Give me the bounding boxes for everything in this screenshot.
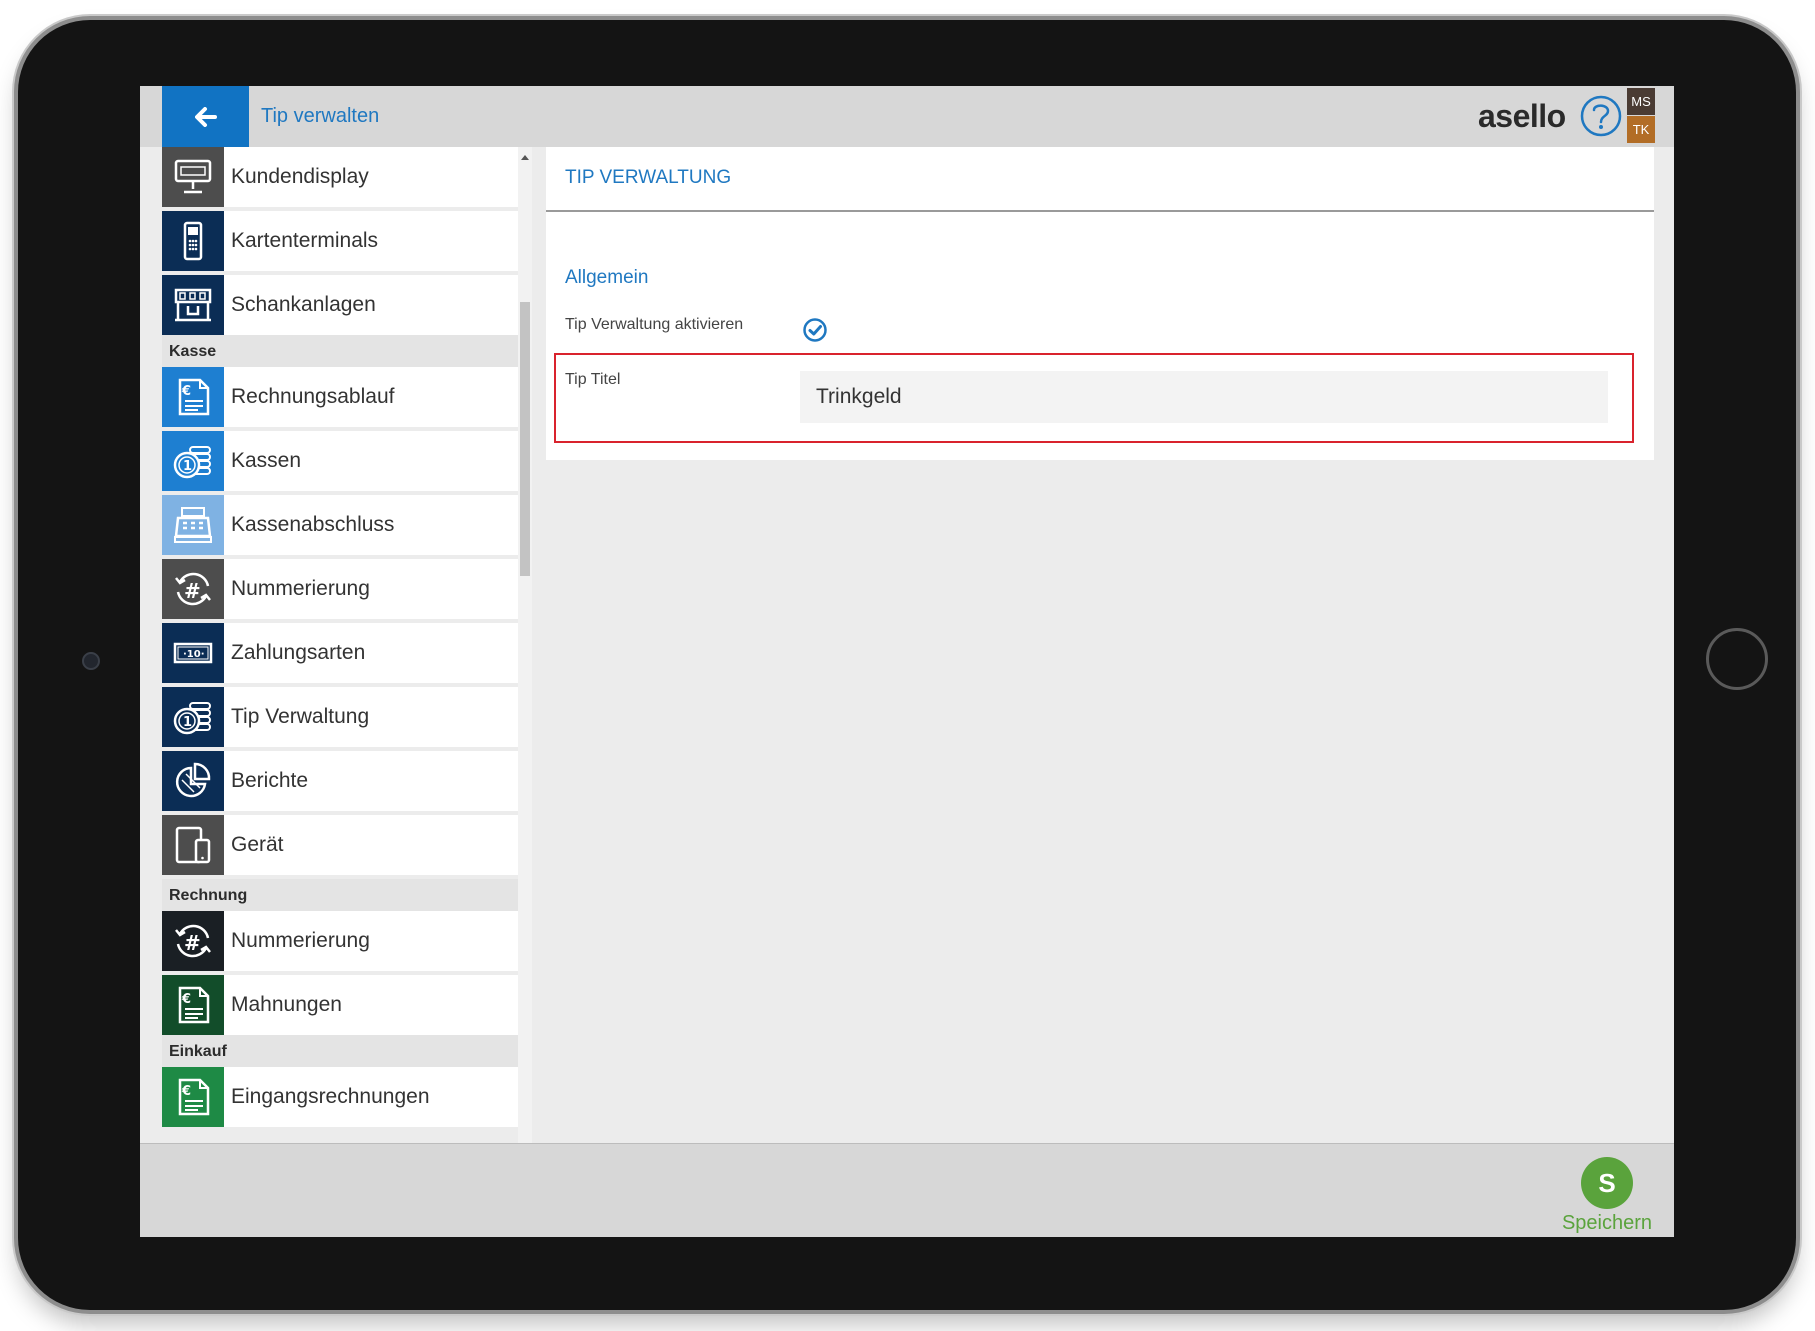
panel-divider	[546, 210, 1654, 212]
user-badge-ms[interactable]: MS	[1627, 88, 1655, 115]
sidebar-item-eingangsrechnungen[interactable]: € Eingangsrechnungen	[162, 1067, 518, 1127]
save-label[interactable]: Speichern	[1560, 1212, 1654, 1235]
settings-sidebar: Kundendisplay Kartenterminals Schankanla…	[162, 147, 518, 1230]
home-button[interactable]	[1706, 628, 1768, 690]
svg-text:1: 1	[183, 715, 192, 730]
section-title-allgemein: Allgemein	[565, 267, 649, 288]
sidebar-item-tip-verwaltung[interactable]: 1 Tip Verwaltung	[162, 687, 518, 747]
sidebar-item-kassen[interactable]: 1 Kassen	[162, 431, 518, 491]
coins-icon: 1	[162, 431, 224, 491]
banknote-icon: ·10·	[162, 623, 224, 683]
sidebar-item-label: Eingangsrechnungen	[231, 1085, 430, 1108]
sidebar-item-label: Berichte	[231, 769, 309, 792]
camera-icon	[82, 652, 100, 670]
sidebar-item-label: Kartenterminals	[231, 229, 379, 252]
panel-title: TIP VERWALTUNG	[565, 167, 732, 188]
sidebar-item-kartenterminals[interactable]: Kartenterminals	[162, 211, 518, 271]
arrow-left-icon	[194, 106, 217, 127]
app-screen: Tip verwalten asello MS TK Kundendisplay…	[140, 86, 1674, 1237]
svg-text:·10·: ·10·	[183, 649, 205, 660]
sidebar-scrollbar[interactable]	[518, 147, 532, 1230]
numbering-icon: #	[162, 911, 224, 971]
sidebar-item-label: Kassenabschluss	[231, 513, 395, 536]
user-badge-tk[interactable]: TK	[1627, 116, 1655, 143]
sidebar-item-label: Zahlungsarten	[231, 641, 366, 664]
svg-text:#: #	[184, 579, 201, 603]
numbering-icon: #	[162, 559, 224, 619]
sidebar-item-rechnungsablauf[interactable]: € Rechnungsablauf	[162, 367, 518, 427]
invoice-icon: €	[162, 1067, 224, 1127]
sidebar-item-label: Gerät	[231, 833, 284, 856]
checkbox-checked-icon[interactable]	[802, 317, 828, 343]
back-button[interactable]	[162, 86, 249, 147]
sidebar-item-label: Kassen	[231, 449, 302, 472]
sidebar-section-rechnung: Rechnung	[162, 879, 518, 911]
svg-text:€: €	[181, 384, 191, 399]
sidebar-item-zahlungsarten[interactable]: ·10· Zahlungsarten	[162, 623, 518, 683]
invoice-flow-icon: €	[162, 367, 224, 427]
svg-text:1: 1	[183, 459, 192, 474]
svg-text:€: €	[181, 1084, 191, 1099]
tip-title-input[interactable]	[800, 371, 1608, 423]
sidebar-item-label: Nummerierung	[231, 577, 370, 600]
save-button[interactable]: S	[1581, 1157, 1633, 1209]
sidebar-item-label: Kundendisplay	[231, 165, 369, 188]
activate-label: Tip Verwaltung aktivieren	[565, 316, 744, 333]
app-header: Tip verwalten asello MS TK	[140, 86, 1674, 147]
tip-settings-panel: TIP VERWALTUNG Allgemein Tip Verwaltung …	[546, 147, 1654, 460]
devices-icon	[162, 815, 224, 875]
pie-chart-icon	[162, 751, 224, 811]
sidebar-item-mahnungen[interactable]: € Mahnungen	[162, 975, 518, 1035]
sidebar-item-label: Rechnungsablauf	[231, 385, 395, 408]
sidebar-item-label: Schankanlagen	[231, 293, 376, 316]
sidebar-section-kasse: Kasse	[162, 335, 518, 367]
card-terminal-icon	[162, 211, 224, 271]
sidebar-item-schankanlagen[interactable]: Schankanlagen	[162, 275, 518, 335]
invoice-icon: €	[162, 975, 224, 1035]
sidebar-item-label: Mahnungen	[231, 993, 342, 1016]
tip-title-label: Tip Titel	[565, 371, 621, 388]
asello-logo: asello	[1478, 98, 1566, 134]
scroll-thumb[interactable]	[520, 302, 530, 576]
sidebar-item-geraet[interactable]: Gerät	[162, 815, 518, 875]
svg-text:€: €	[181, 992, 191, 1007]
cash-register-icon	[162, 495, 224, 555]
sidebar-item-label: Tip Verwaltung	[231, 705, 370, 728]
page-title: Tip verwalten	[261, 105, 380, 127]
sidebar-item-rechnung-nummerierung[interactable]: # Nummerierung	[162, 911, 518, 971]
coins-icon: 1	[162, 687, 224, 747]
tap-system-icon	[162, 275, 224, 335]
sidebar-item-nummerierung[interactable]: # Nummerierung	[162, 559, 518, 619]
sidebar-item-kassenabschluss[interactable]: Kassenabschluss	[162, 495, 518, 555]
sidebar-section-einkauf: Einkauf	[162, 1035, 518, 1067]
scroll-up-arrow-icon[interactable]	[521, 155, 529, 160]
sidebar-item-label: Nummerierung	[231, 929, 370, 952]
help-icon[interactable]	[1579, 94, 1623, 138]
svg-text:#: #	[184, 931, 201, 955]
sidebar-item-berichte[interactable]: Berichte	[162, 751, 518, 811]
customer-display-icon	[162, 147, 224, 207]
app-footer: S Speichern	[140, 1143, 1674, 1237]
sidebar-item-kundendisplay[interactable]: Kundendisplay	[162, 147, 518, 207]
